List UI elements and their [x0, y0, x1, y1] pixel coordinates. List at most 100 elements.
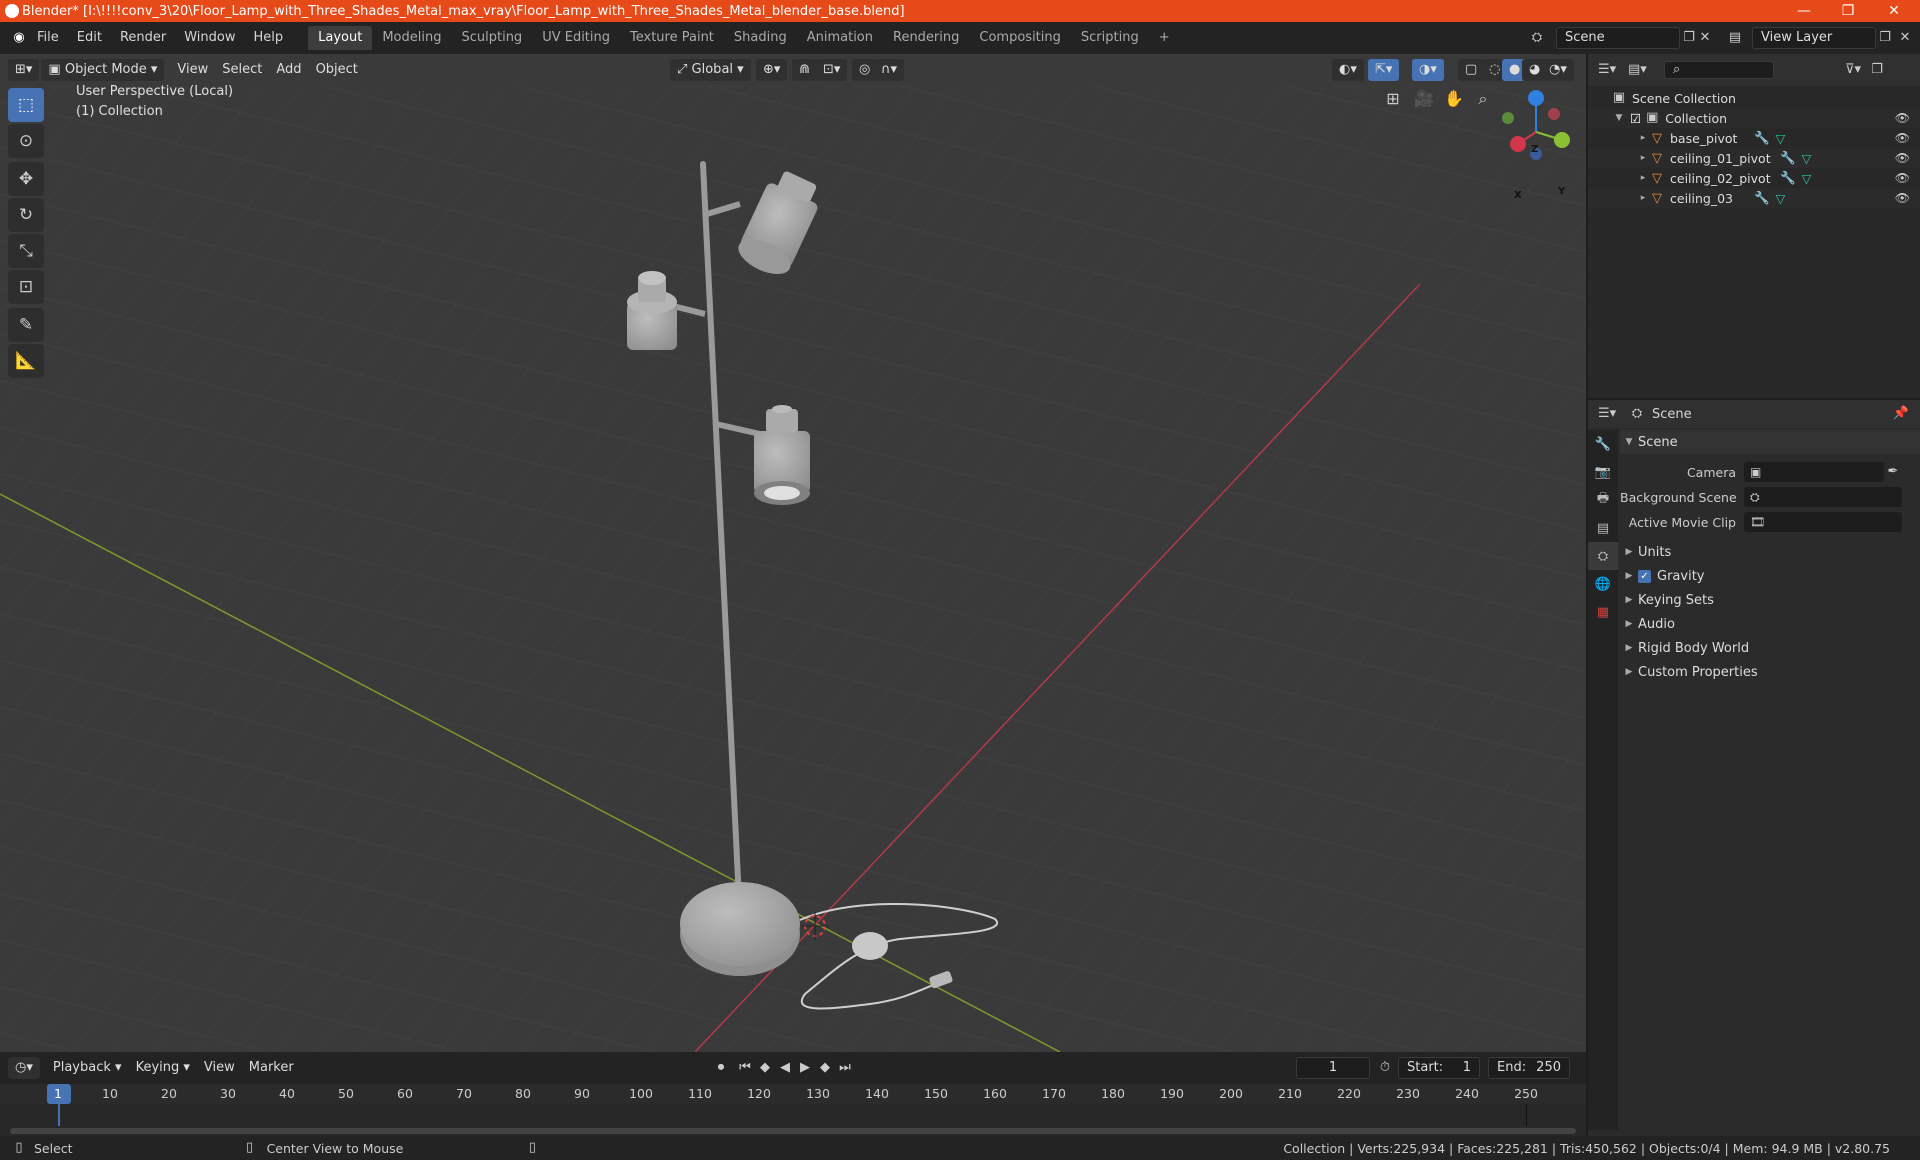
menu-timeline-view[interactable]: View [197, 1057, 242, 1079]
rendered-shading-icon[interactable]: ◔▾ [1542, 59, 1574, 81]
collapse-icon[interactable]: ▼ [1610, 113, 1628, 123]
menu-object[interactable]: Object [309, 59, 365, 81]
expand-icon[interactable]: ▸ [1634, 153, 1652, 163]
menu-keying[interactable]: Keying ▾ [129, 1057, 197, 1079]
snap-target-icon[interactable]: ⊡▾ [816, 59, 848, 81]
gizmo-toggle-icon[interactable]: ⇱▾ [1368, 59, 1400, 81]
gravity-panel-header[interactable]: ▶ ✓ Gravity [1620, 564, 1920, 588]
tab-uv-editing[interactable]: UV Editing [532, 26, 620, 50]
new-collection-icon[interactable]: ❐ [1868, 61, 1886, 79]
scene-panel-header[interactable]: ▼ Scene [1620, 430, 1920, 454]
menu-file[interactable]: File [28, 26, 68, 50]
falloff-icon[interactable]: ∩▾ [874, 59, 905, 81]
render-tab-icon[interactable]: 📷 [1588, 458, 1618, 486]
next-keyframe-icon[interactable]: ◆ [816, 1059, 834, 1077]
snap-icon[interactable]: ⋒ [792, 59, 817, 81]
add-workspace-button[interactable]: + [1149, 26, 1180, 50]
camera-view-icon[interactable]: 🎥 [1414, 90, 1434, 108]
output-tab-icon[interactable]: 🖶 [1588, 486, 1618, 514]
pan-hand-icon[interactable]: ✋ [1444, 90, 1464, 108]
tab-modeling[interactable]: Modeling [372, 26, 451, 50]
tool-tab-icon[interactable]: 🔧 [1588, 430, 1618, 458]
menu-select[interactable]: Select [215, 59, 269, 81]
grid-view-icon[interactable]: ⊞ [1384, 90, 1402, 108]
jump-start-icon[interactable]: ⏮ [736, 1059, 754, 1077]
transform-tool-icon[interactable]: ⊡ [8, 270, 44, 304]
scene-selector[interactable]: Scene [1556, 27, 1680, 49]
rotate-tool-icon[interactable]: ↻ [8, 198, 44, 232]
world-tab-icon[interactable]: 🌐 [1588, 570, 1618, 598]
background-scene-field[interactable]: ⛭ [1744, 487, 1902, 507]
checkbox-icon[interactable]: ☑ [1630, 111, 1641, 126]
cursor-tool-icon[interactable]: ⊙ [8, 124, 44, 158]
expand-icon[interactable]: ▸ [1634, 173, 1652, 183]
timeline-ruler[interactable]: 1 10 20 30 40 50 60 70 80 90 100 110 120… [0, 1084, 1586, 1104]
menu-render[interactable]: Render [111, 26, 175, 50]
transform-orientation-selector[interactable]: ⤢ Global ▾ [670, 59, 751, 81]
remove-scene-icon[interactable]: ✕ [1696, 29, 1714, 47]
restore-button[interactable]: ❐ [1826, 0, 1870, 22]
tab-scripting[interactable]: Scripting [1071, 26, 1149, 50]
custom-properties-panel-header[interactable]: ▶ Custom Properties [1620, 660, 1920, 684]
view-layer-tab-icon[interactable]: ▤ [1588, 514, 1618, 542]
editor-type-icon[interactable]: ⊞▾ [8, 59, 40, 81]
texture-tab-icon[interactable]: ▦ [1588, 598, 1618, 626]
tab-compositing[interactable]: Compositing [969, 26, 1071, 50]
scale-tool-icon[interactable]: ⤡ [8, 234, 44, 268]
eye-icon[interactable]: 👁 [1895, 131, 1910, 145]
mode-selector[interactable]: ▣ Object Mode ▾ [41, 59, 165, 81]
units-panel-header[interactable]: ▶ Units [1620, 540, 1920, 564]
close-button[interactable]: ✕ [1872, 0, 1916, 22]
menu-edit[interactable]: Edit [68, 26, 111, 50]
menu-marker[interactable]: Marker [242, 1057, 301, 1079]
3d-viewport[interactable]: Z Y X ⊞▾ ▣ Object Mode ▾ View Select Add… [0, 54, 1586, 1052]
audio-panel-header[interactable]: ▶ Audio [1620, 612, 1920, 636]
timeline-track[interactable] [0, 1104, 1586, 1136]
annotate-tool-icon[interactable]: ✎ [8, 308, 44, 342]
display-mode-icon[interactable]: ▤▾ [1628, 61, 1647, 79]
outliner-search-input[interactable]: ⌕ [1664, 61, 1774, 79]
start-frame-field[interactable]: Start: 1 [1398, 1057, 1480, 1079]
visibility-icon[interactable]: ◐▾ [1332, 59, 1364, 81]
tab-sculpting[interactable]: Sculpting [451, 26, 532, 50]
camera-field[interactable]: ▣ [1744, 462, 1884, 482]
blender-menu-icon[interactable]: ◉ [10, 29, 28, 47]
outliner-object-row[interactable]: ▸ ▽ ceiling_03 🔧 ▽ 👁 [1588, 188, 1920, 208]
tab-texture-paint[interactable]: Texture Paint [620, 26, 724, 50]
outliner-editor-type-icon[interactable]: ☰▾ [1598, 61, 1616, 79]
eyedropper-icon[interactable]: ✒ [1884, 463, 1902, 481]
xray-icon[interactable]: ▢ [1458, 59, 1485, 81]
viewport-canvas[interactable] [0, 54, 1586, 1052]
play-reverse-icon[interactable]: ◀ [776, 1059, 794, 1077]
outliner-object-row[interactable]: ▸ ▽ ceiling_01_pivot 🔧 ▽ 👁 [1588, 148, 1920, 168]
tab-animation[interactable]: Animation [797, 26, 883, 50]
timeline-editor-type-icon[interactable]: ◷▾ [8, 1057, 40, 1079]
eye-icon[interactable]: 👁 [1895, 171, 1910, 185]
play-icon[interactable]: ▶ [796, 1059, 814, 1077]
eye-icon[interactable]: 👁 [1895, 151, 1910, 165]
pivot-point-icon[interactable]: ⊕▾ [756, 59, 788, 81]
menu-view[interactable]: View [170, 59, 215, 81]
eye-icon[interactable]: 👁 [1895, 111, 1910, 125]
menu-help[interactable]: Help [245, 26, 293, 50]
select-box-tool-icon[interactable]: ⬚ [8, 88, 44, 122]
prev-keyframe-icon[interactable]: ◆ [756, 1059, 774, 1077]
keying-sets-panel-header[interactable]: ▶ Keying Sets [1620, 588, 1920, 612]
end-frame-field[interactable]: End: 250 [1488, 1057, 1570, 1079]
new-view-layer-icon[interactable]: ❐ [1876, 29, 1894, 47]
outliner-scene-collection[interactable]: ▣ Scene Collection [1588, 88, 1920, 108]
tab-layout[interactable]: Layout [308, 26, 373, 50]
measure-tool-icon[interactable]: 📐 [8, 344, 44, 378]
outliner-object-row[interactable]: ▸ ▽ ceiling_02_pivot 🔧 ▽ 👁 [1588, 168, 1920, 188]
gravity-checkbox[interactable]: ✓ [1638, 569, 1651, 583]
active-movie-clip-field[interactable]: 🎞 [1744, 512, 1902, 532]
menu-window[interactable]: Window [175, 26, 244, 50]
current-frame-field[interactable]: 1 [1296, 1057, 1370, 1079]
properties-editor-type-icon[interactable]: ☰▾ [1598, 405, 1616, 423]
filter-icon[interactable]: ⊽▾ [1844, 61, 1862, 79]
menu-playback[interactable]: Playback ▾ [46, 1057, 129, 1079]
overlay-toggle-icon[interactable]: ◑▾ [1412, 59, 1444, 81]
minimize-button[interactable]: — [1782, 0, 1826, 22]
view-layer-selector[interactable]: View Layer [1752, 27, 1876, 49]
outliner-collection[interactable]: ▼ ☑ ▣ Collection 👁 [1588, 108, 1920, 128]
